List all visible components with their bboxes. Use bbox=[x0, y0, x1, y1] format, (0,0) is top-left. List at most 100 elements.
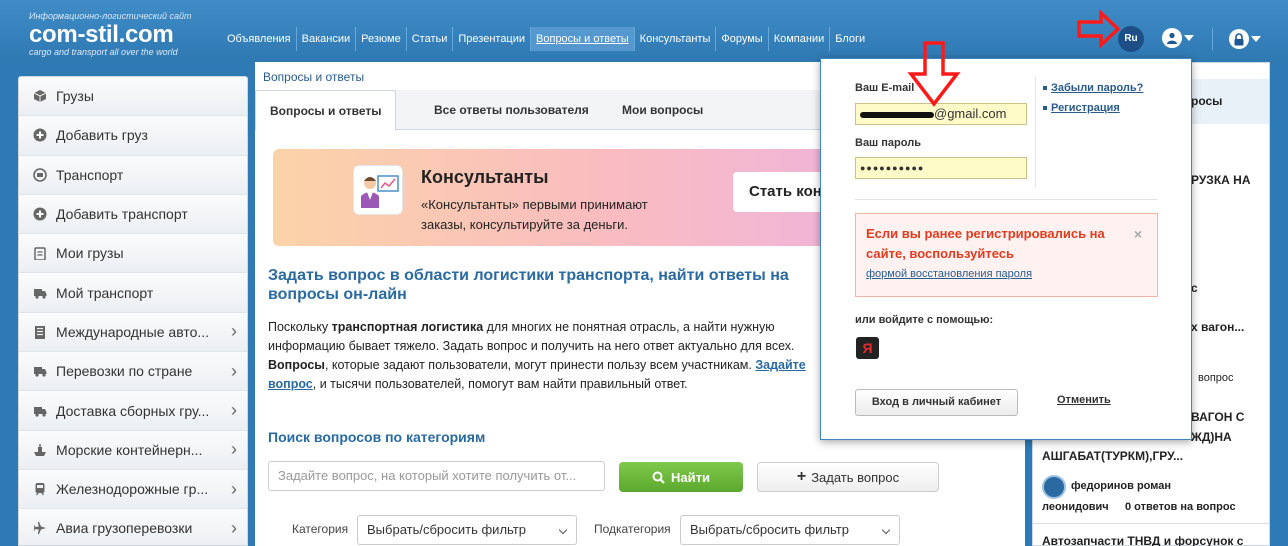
sidebar-item-label: Авиа грузоперевозки bbox=[56, 520, 193, 537]
chevron-right-icon: › bbox=[231, 321, 237, 342]
sidebar-item-international[interactable]: Международные авто... › bbox=[19, 312, 247, 353]
login-menu-button[interactable] bbox=[1226, 26, 1264, 52]
sidebar-item-add-transport[interactable]: Добавить транспорт bbox=[19, 194, 247, 235]
nav-forums[interactable]: Форумы bbox=[715, 27, 767, 51]
answer-count: вопрос bbox=[1198, 372, 1234, 384]
nav-resume[interactable]: Резюме bbox=[355, 27, 406, 51]
chevron-right-icon: › bbox=[231, 400, 237, 421]
password-label: Ваш пароль bbox=[855, 137, 921, 149]
tab-all-answers[interactable]: Все ответы пользователя bbox=[434, 90, 589, 130]
sidebar-item-label: Железнодорожные гр... bbox=[56, 481, 209, 498]
find-button-label: Найти bbox=[671, 469, 710, 485]
nav-vacancies[interactable]: Вакансии bbox=[295, 27, 356, 51]
login-button[interactable]: Вход в личный кабинет bbox=[855, 389, 1018, 416]
nav-consultants[interactable]: Консультанты bbox=[633, 27, 716, 51]
chevron-right-icon: › bbox=[231, 439, 237, 460]
redacted-mark bbox=[860, 111, 934, 118]
consultants-banner: Консультанты «Консультанты» первыми прин… bbox=[273, 149, 843, 246]
clipboard-icon bbox=[33, 246, 47, 261]
red-arrow-down-icon bbox=[907, 41, 961, 107]
sidebar-item-label: Транспорт bbox=[56, 166, 124, 183]
sidebar-item-groupage[interactable]: Доставка сборных гру... › bbox=[19, 391, 247, 431]
sidebar-item-sea[interactable]: Морские контейнерн... › bbox=[19, 430, 247, 470]
sidebar-item-my-cargo[interactable]: Мои грузы bbox=[19, 234, 247, 274]
login-popup: Ваш E-mail @gmail.com Ваш пароль ●●●●●●●… bbox=[820, 58, 1192, 440]
question-title[interactable]: АШГАБАТ(ТУРКМ),ГРУ... bbox=[1042, 449, 1183, 463]
train-icon bbox=[33, 482, 47, 496]
nav-questions[interactable]: Вопросы и ответы bbox=[530, 27, 634, 51]
transport-icon bbox=[33, 167, 47, 182]
cancel-link[interactable]: Отменить bbox=[1057, 394, 1111, 406]
site-header: Информационно-логистический сайт com-sti… bbox=[0, 0, 1288, 62]
question-title[interactable]: РУЗКА НА bbox=[1191, 173, 1250, 187]
user-menu-button[interactable] bbox=[1157, 24, 1199, 52]
question-title[interactable]: ВАГОН С bbox=[1191, 410, 1244, 424]
logo-subtitle: cargo and transport all over the world bbox=[29, 47, 178, 57]
tab-questions[interactable]: Вопросы и ответы bbox=[255, 90, 397, 131]
language-button[interactable]: Ru bbox=[1118, 26, 1144, 52]
chevron-right-icon: › bbox=[231, 478, 237, 499]
forgot-password-link[interactable]: Забыли пароль? bbox=[1043, 82, 1143, 94]
nav-companies[interactable]: Компании bbox=[767, 27, 830, 51]
question-title[interactable]: х вагон... bbox=[1191, 320, 1244, 334]
tab-my-questions[interactable]: Мои вопросы bbox=[622, 90, 703, 130]
sidebar-item-label: Мои грузы bbox=[56, 245, 124, 262]
building-icon bbox=[33, 325, 47, 339]
category-label: Категория bbox=[292, 522, 349, 536]
sidebar-item-rail[interactable]: Железнодорожные гр... › bbox=[19, 469, 247, 510]
close-icon[interactable]: × bbox=[1134, 226, 1142, 242]
sidebar-item-add-cargo[interactable]: Добавить груз bbox=[19, 116, 247, 156]
plus-circle-icon bbox=[33, 207, 47, 221]
divider bbox=[1033, 523, 1269, 524]
nav-blogs[interactable]: Блоги bbox=[829, 27, 870, 51]
question-title[interactable]: с bbox=[1191, 281, 1198, 295]
forgot-password-label: Забыли пароль? bbox=[1051, 82, 1144, 94]
sidebar-item-label: Добавить груз bbox=[56, 127, 148, 144]
breadcrumb[interactable]: Вопросы и ответы bbox=[263, 70, 364, 84]
plus-circle-icon bbox=[33, 128, 47, 142]
sidebar-item-transport[interactable]: Транспорт bbox=[19, 155, 247, 195]
author-name[interactable]: федоринов роман bbox=[1071, 480, 1171, 492]
box-icon bbox=[33, 89, 47, 103]
sidebar-item-label: Мой транспорт bbox=[56, 284, 154, 301]
nav-presentations[interactable]: Презентации bbox=[452, 27, 530, 51]
site-logo[interactable]: Информационно-логистический сайт com-sti… bbox=[29, 11, 192, 58]
register-link[interactable]: Регистрация bbox=[1043, 102, 1120, 114]
sidebar-item-domestic[interactable]: Перевозки по стране › bbox=[19, 352, 247, 392]
find-button[interactable]: Найти bbox=[619, 462, 743, 492]
sidebar-item-air[interactable]: Авиа грузоперевозки › bbox=[19, 509, 247, 545]
truck-icon bbox=[33, 286, 47, 300]
plane-icon bbox=[33, 521, 47, 535]
sidebar-item-label: Перевозки по стране bbox=[56, 363, 193, 380]
question-title[interactable]: Автозапчасти ТНВД и форсунок с bbox=[1042, 534, 1243, 546]
bullet-icon bbox=[1043, 106, 1047, 111]
nav-articles[interactable]: Статьи bbox=[405, 27, 453, 51]
question-title[interactable]: ЖД)НА bbox=[1191, 430, 1232, 444]
question-search-input[interactable]: Задайте вопрос, на который хотите получи… bbox=[268, 461, 605, 491]
sidebar-item-my-transport[interactable]: Мой транспорт bbox=[19, 273, 247, 313]
author-name[interactable]: леонидович bbox=[1042, 501, 1109, 513]
red-arrow-right-icon bbox=[1077, 10, 1121, 48]
main-nav: Объявления Вакансии Резюме Статьи Презен… bbox=[222, 27, 870, 51]
category-select[interactable]: Выбрать/сбросить фильтр bbox=[357, 515, 577, 545]
intro-text: Поскольку bbox=[268, 320, 332, 334]
bullet-icon bbox=[1043, 86, 1047, 91]
subcategory-select[interactable]: Выбрать/сбросить фильтр bbox=[680, 515, 900, 545]
email-value: @gmail.com bbox=[934, 106, 1007, 121]
user-icon bbox=[1162, 28, 1182, 48]
yandex-login-button[interactable]: Я bbox=[856, 337, 879, 359]
right-panel-title[interactable]: росы bbox=[1191, 94, 1222, 108]
search-heading: Поиск вопросов по категориям bbox=[268, 429, 486, 445]
ask-question-button[interactable]: + Задать вопрос bbox=[757, 462, 939, 492]
sidebar-item-label: Грузы bbox=[56, 88, 94, 105]
nav-ads[interactable]: Объявления bbox=[222, 27, 296, 51]
password-recovery-link[interactable]: формой восстановления пароля bbox=[866, 268, 1032, 280]
sidebar-item-cargo[interactable]: Грузы bbox=[19, 77, 247, 117]
intro-text: , которые задают пользователи, могут при… bbox=[324, 358, 756, 372]
subcategory-label: Подкатегория bbox=[594, 522, 671, 536]
password-field[interactable]: ●●●●●●●●●● bbox=[855, 157, 1027, 179]
chevron-down-icon bbox=[1184, 35, 1194, 41]
divider bbox=[1035, 77, 1036, 187]
search-icon bbox=[652, 471, 665, 484]
warning-box: Если вы ранее регистрировались на сайте,… bbox=[855, 213, 1158, 297]
